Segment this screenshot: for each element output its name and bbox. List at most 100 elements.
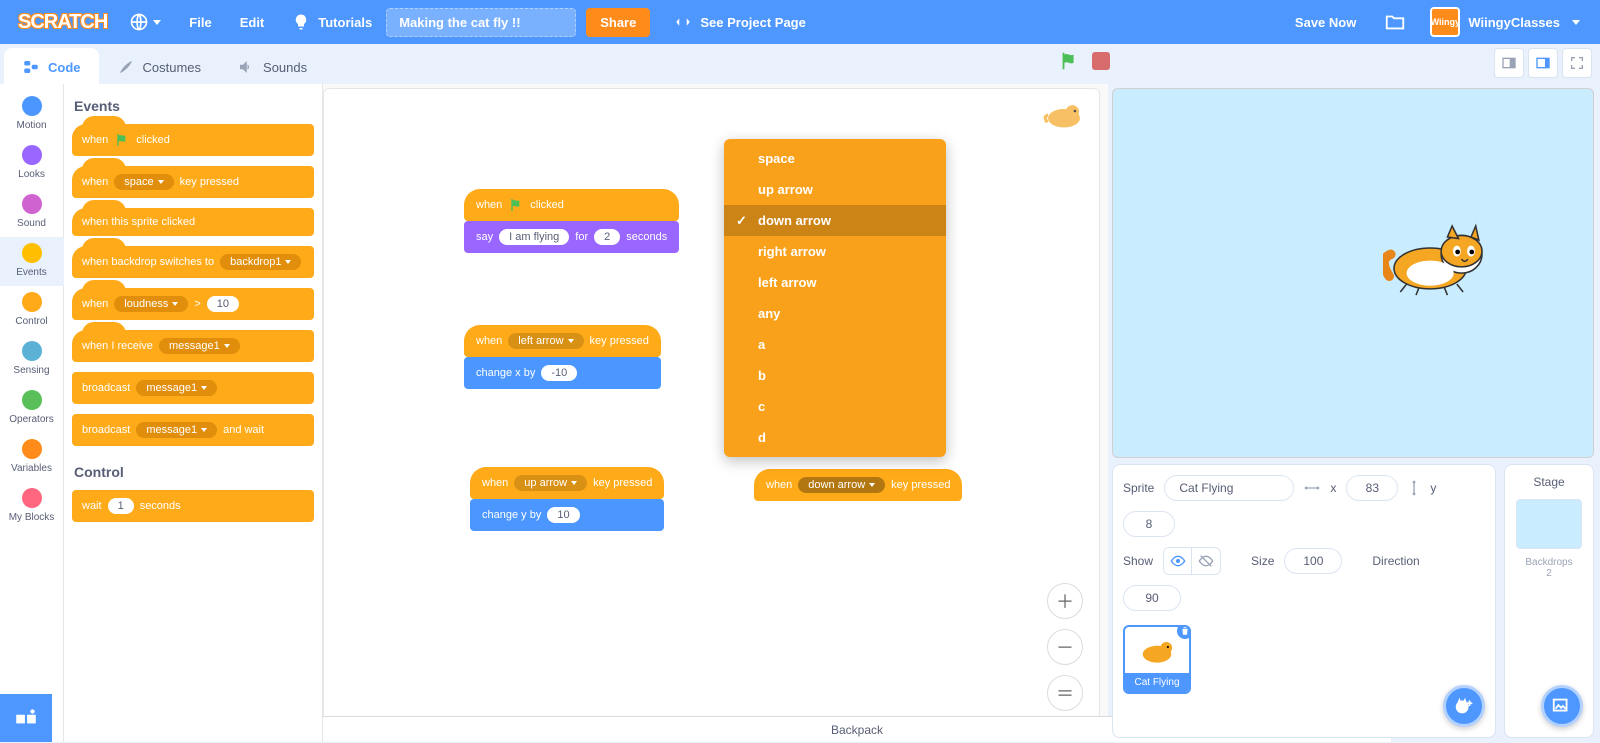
category-events[interactable]: Events (0, 237, 64, 286)
message-dropdown[interactable]: message1 (136, 422, 217, 438)
save-now-button[interactable]: Save Now (1281, 15, 1370, 30)
block-when-key-pressed[interactable]: when up arrow key pressed (470, 467, 664, 499)
block-broadcast-wait[interactable]: broadcast message1 and wait (72, 414, 314, 446)
sprite-tile-cat-flying[interactable]: Cat Flying (1123, 625, 1191, 694)
stage-full-button[interactable] (1562, 48, 1592, 78)
sprite-on-stage[interactable] (1383, 219, 1493, 302)
sprite-x-input[interactable] (1346, 475, 1398, 501)
sprite-name-input[interactable] (1164, 475, 1294, 501)
key-dropdown[interactable]: space (114, 174, 173, 190)
eye-icon (1170, 553, 1186, 569)
block-palette[interactable]: Events when clicked when space key press… (64, 84, 322, 742)
category-looks[interactable]: Looks (0, 139, 64, 188)
key-option-c[interactable]: c (724, 391, 946, 422)
see-project-page-button[interactable]: See Project Page (662, 7, 818, 37)
script-workspace[interactable]: when clicked say I am flying for 2 secon… (322, 84, 1108, 742)
green-flag-button[interactable] (1058, 50, 1080, 72)
say-text-input[interactable]: I am flying (499, 229, 569, 245)
block-when-backdrop-switches[interactable]: when backdrop switches to backdrop1 (72, 246, 314, 278)
zoom-reset-button[interactable]: ＝ (1047, 675, 1083, 711)
loudness-dropdown[interactable]: loudness (114, 296, 188, 312)
block-when-key-pressed[interactable]: when left arrow key pressed (464, 325, 661, 357)
script-stack-3[interactable]: when up arrow key pressed change y by 10 (470, 467, 664, 531)
zoom-in-button[interactable]: ＋ (1047, 583, 1083, 619)
account-menu[interactable]: Wiingy WiingyClasses (1420, 7, 1590, 37)
block-broadcast[interactable]: broadcast message1 (72, 372, 314, 404)
zoom-out-button[interactable]: － (1047, 629, 1083, 665)
stage[interactable] (1112, 88, 1594, 458)
tab-sounds[interactable]: Sounds (219, 48, 325, 84)
message-dropdown[interactable]: message1 (159, 338, 240, 354)
stage-large-button[interactable] (1528, 48, 1558, 78)
add-extension-button[interactable] (0, 694, 52, 742)
backdrop-dropdown[interactable]: backdrop1 (220, 254, 301, 270)
block-change-y-by[interactable]: change y by 10 (470, 499, 664, 531)
say-secs-input[interactable]: 2 (594, 229, 620, 245)
block-when-key-pressed[interactable]: when down arrow key pressed (754, 469, 962, 501)
project-title-input[interactable] (386, 8, 576, 37)
category-label: Looks (0, 169, 64, 180)
direction-label: Direction (1372, 554, 1419, 568)
stage-thumbnail[interactable] (1516, 499, 1582, 549)
x-label: x (1330, 481, 1336, 495)
block-wait[interactable]: wait 1 seconds (72, 490, 314, 522)
hide-button[interactable] (1192, 548, 1220, 574)
sprite-y-input[interactable] (1123, 511, 1175, 537)
key-option-up-arrow[interactable]: up arrow (724, 174, 946, 205)
block-when-receive[interactable]: when I receive message1 (72, 330, 314, 362)
tab-costumes[interactable]: Costumes (99, 48, 220, 84)
category-my-blocks[interactable]: My Blocks (0, 482, 64, 531)
category-control[interactable]: Control (0, 286, 64, 335)
key-option-any[interactable]: any (724, 298, 946, 329)
scratch-logo[interactable]: SCRATCH (10, 11, 115, 34)
sprite-direction-input[interactable] (1123, 585, 1181, 611)
category-sensing[interactable]: Sensing (0, 335, 64, 384)
block-when-flag-clicked[interactable]: when clicked (72, 124, 314, 156)
file-menu[interactable]: File (175, 0, 225, 44)
block-say-for-seconds[interactable]: say I am flying for 2 seconds (464, 221, 679, 253)
change-x-input[interactable]: -10 (541, 365, 577, 381)
key-option-down-arrow[interactable]: down arrow (724, 205, 946, 236)
image-plus-icon (1551, 695, 1573, 717)
loudness-value-input[interactable]: 10 (207, 296, 239, 312)
key-option-b[interactable]: b (724, 360, 946, 391)
category-motion[interactable]: Motion (0, 90, 64, 139)
block-change-x-by[interactable]: change x by -10 (464, 357, 661, 389)
script-stack-1[interactable]: when clicked say I am flying for 2 secon… (464, 189, 679, 253)
stage-small-button[interactable] (1494, 48, 1524, 78)
block-when-flag-clicked[interactable]: when clicked (464, 189, 679, 221)
show-hide-toggle (1163, 547, 1221, 575)
block-when-key-pressed[interactable]: when space key pressed (72, 166, 314, 198)
key-option-right-arrow[interactable]: right arrow (724, 236, 946, 267)
language-menu[interactable] (115, 0, 175, 44)
category-variables[interactable]: Variables (0, 433, 64, 482)
sprite-size-input[interactable] (1284, 548, 1342, 574)
add-sprite-button[interactable] (1443, 685, 1485, 727)
wait-value-input[interactable]: 1 (108, 498, 134, 514)
script-stack-4[interactable]: when down arrow key pressed (754, 469, 962, 501)
add-backdrop-button[interactable] (1541, 685, 1583, 727)
edit-menu[interactable]: Edit (226, 0, 279, 44)
key-option-d[interactable]: d (724, 422, 946, 453)
message-dropdown[interactable]: message1 (136, 380, 217, 396)
tab-code[interactable]: Code (4, 48, 99, 84)
tab-costumes-label: Costumes (143, 60, 202, 75)
script-stack-2[interactable]: when left arrow key pressed change x by … (464, 325, 661, 389)
key-option-left-arrow[interactable]: left arrow (724, 267, 946, 298)
key-dropdown[interactable]: left arrow (508, 333, 583, 349)
key-option-a[interactable]: a (724, 329, 946, 360)
key-dropdown[interactable]: up arrow (514, 475, 587, 491)
my-stuff-button[interactable] (1370, 0, 1420, 44)
stop-button[interactable] (1092, 52, 1110, 70)
key-dropdown-open[interactable]: down arrow (798, 477, 885, 493)
category-operators[interactable]: Operators (0, 384, 64, 433)
tutorials-button[interactable]: Tutorials (278, 0, 386, 44)
share-button[interactable]: Share (586, 8, 650, 37)
block-when-loudness[interactable]: when loudness > 10 (72, 288, 314, 320)
category-sound[interactable]: Sound (0, 188, 64, 237)
key-option-space[interactable]: space (724, 143, 946, 174)
block-when-sprite-clicked[interactable]: when this sprite clicked (72, 208, 314, 236)
change-y-input[interactable]: 10 (547, 507, 579, 523)
key-dropdown-menu[interactable]: spaceup arrowdown arrowright arrowleft a… (724, 139, 946, 457)
show-button[interactable] (1164, 548, 1192, 574)
